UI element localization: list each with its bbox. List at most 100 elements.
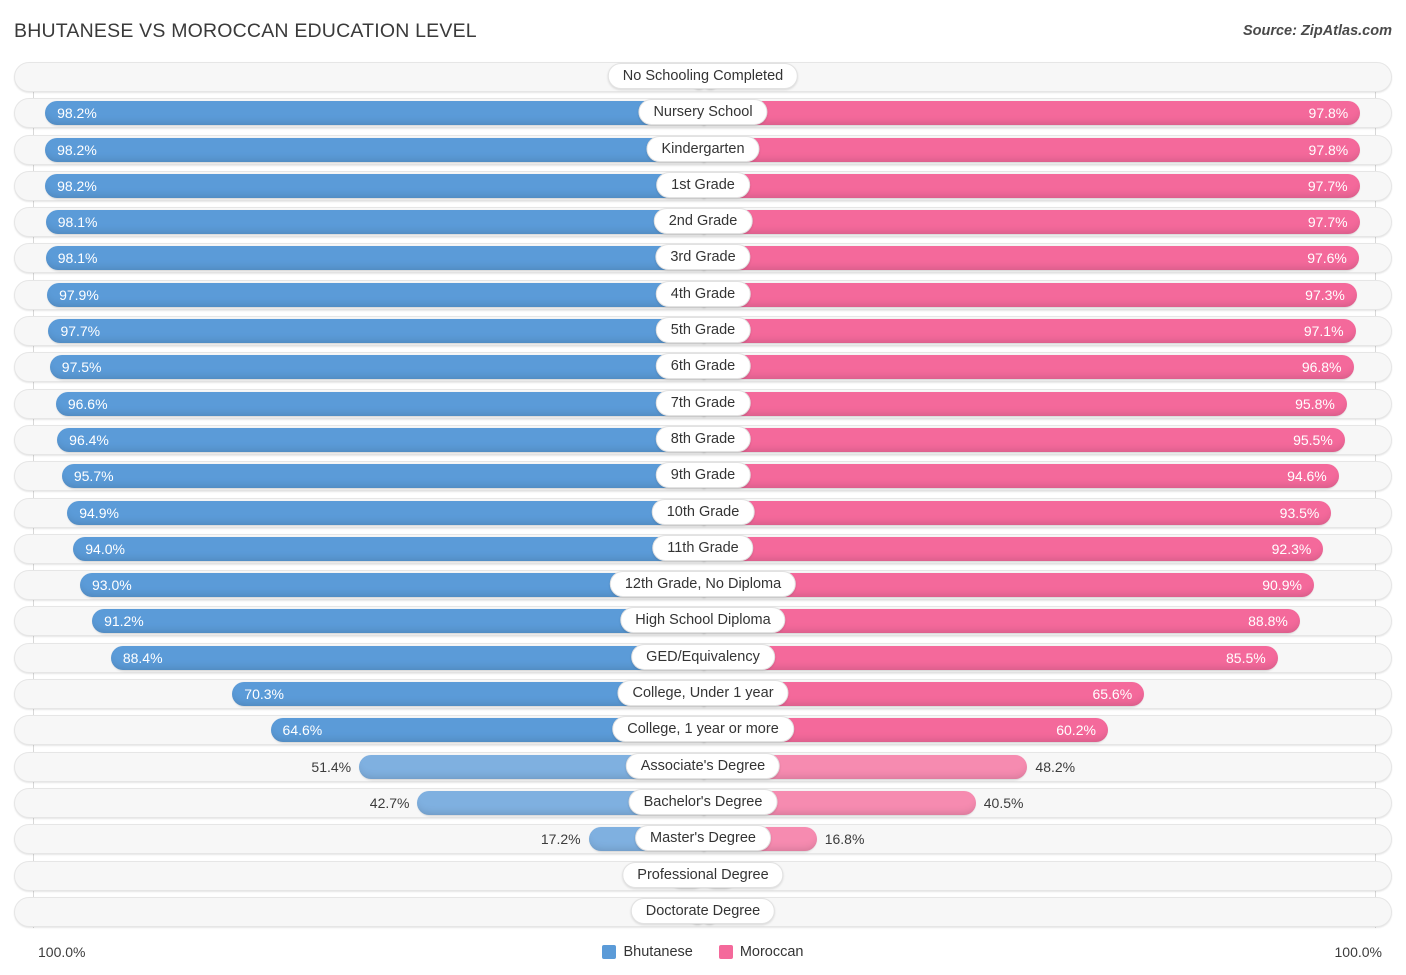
bar-row: 98.2% 97.8% Kindergarten xyxy=(0,134,1406,165)
category-label[interactable]: 2nd Grade xyxy=(653,208,753,235)
moroccan-half: 2.2% xyxy=(704,65,1375,89)
category-label[interactable]: 7th Grade xyxy=(655,389,751,416)
category-label[interactable]: College, Under 1 year xyxy=(617,680,789,707)
bhutanese-bar[interactable]: 97.7% xyxy=(48,319,704,344)
bhutanese-bar[interactable]: 94.0% xyxy=(73,536,704,561)
moroccan-bar[interactable]: 97.8% xyxy=(704,101,1361,126)
category-label[interactable]: 12th Grade, No Diploma xyxy=(609,571,797,598)
moroccan-half: 90.9% xyxy=(704,573,1375,598)
moroccan-value-label: 65.6% xyxy=(1092,686,1133,703)
moroccan-half: 97.1% xyxy=(704,319,1375,344)
bhutanese-bar[interactable]: 98.1% xyxy=(45,246,704,271)
bhutanese-half: 98.1% xyxy=(33,246,704,271)
moroccan-half: 65.6% xyxy=(704,682,1375,707)
bhutanese-bar[interactable]: 88.4% xyxy=(110,645,704,670)
bhutanese-half: 2.3% xyxy=(33,899,704,924)
bar-row: 93.0% 90.9% 12th Grade, No Diploma xyxy=(0,570,1406,601)
moroccan-bar[interactable]: 95.8% xyxy=(704,391,1347,416)
category-label[interactable]: High School Diploma xyxy=(620,607,786,634)
category-label[interactable]: 11th Grade xyxy=(652,534,754,561)
bhutanese-bar[interactable]: 98.2% xyxy=(45,101,704,126)
bhutanese-half: 70.3% xyxy=(33,682,704,707)
moroccan-value-label: 97.3% xyxy=(1305,286,1345,303)
moroccan-half: 16.8% xyxy=(704,827,1375,852)
moroccan-value-label: 90.9% xyxy=(1262,577,1302,594)
category-label[interactable]: 6th Grade xyxy=(655,353,751,380)
bhutanese-bar[interactable]: 98.1% xyxy=(45,210,704,235)
moroccan-bar[interactable]: 97.7% xyxy=(704,173,1360,198)
category-label[interactable]: Associate's Degree xyxy=(625,752,781,779)
moroccan-half: 48.2% xyxy=(704,754,1375,779)
moroccan-bar[interactable]: 96.8% xyxy=(704,355,1354,380)
moroccan-bar[interactable]: 97.3% xyxy=(704,282,1357,307)
moroccan-value-label: 97.1% xyxy=(1303,323,1344,340)
bhutanese-half: 96.6% xyxy=(33,391,704,416)
moroccan-bar[interactable]: 85.5% xyxy=(704,645,1278,670)
moroccan-half: 95.5% xyxy=(704,427,1375,452)
bhutanese-half: 98.2% xyxy=(33,101,704,126)
moroccan-bar[interactable]: 94.6% xyxy=(704,464,1339,489)
bar-row: 94.0% 92.3% 11th Grade xyxy=(0,533,1406,564)
moroccan-bar[interactable]: 97.7% xyxy=(704,210,1360,235)
category-label[interactable]: No Schooling Completed xyxy=(607,63,799,89)
bhutanese-value-label: 17.2% xyxy=(540,831,581,848)
category-label[interactable]: 9th Grade xyxy=(655,462,751,489)
bhutanese-bar[interactable]: 98.2% xyxy=(45,137,704,162)
bhutanese-bar[interactable]: 95.7% xyxy=(61,464,704,489)
moroccan-bar[interactable]: 97.8% xyxy=(704,137,1361,162)
legend-label: Bhutanese xyxy=(623,944,693,960)
bar-row: 91.2% 88.8% High School Diploma xyxy=(0,606,1406,637)
bhutanese-bar[interactable]: 96.6% xyxy=(55,391,704,416)
bhutanese-bar[interactable]: 97.9% xyxy=(47,282,704,307)
moroccan-bar[interactable]: 97.6% xyxy=(704,246,1359,271)
moroccan-value-label: 95.8% xyxy=(1295,395,1335,412)
bhutanese-bar[interactable]: 96.4% xyxy=(57,427,704,452)
moroccan-value-label: 97.6% xyxy=(1307,250,1347,267)
bhutanese-value-label: 98.2% xyxy=(57,177,97,194)
bhutanese-value-label: 94.9% xyxy=(79,504,119,521)
moroccan-bar[interactable]: 95.5% xyxy=(704,427,1345,452)
category-label[interactable]: 4th Grade xyxy=(655,280,751,307)
bar-row: 96.6% 95.8% 7th Grade xyxy=(0,388,1406,419)
moroccan-half: 93.5% xyxy=(704,500,1375,525)
bhutanese-half: 98.2% xyxy=(33,137,704,162)
bar-row: 94.9% 93.5% 10th Grade xyxy=(0,497,1406,528)
moroccan-bar[interactable]: 93.5% xyxy=(704,500,1332,525)
category-label[interactable]: College, 1 year or more xyxy=(612,716,794,743)
category-label[interactable]: Nursery School xyxy=(638,99,768,126)
category-label[interactable]: 5th Grade xyxy=(655,317,751,344)
bhutanese-half: 5.4% xyxy=(33,863,704,888)
bhutanese-bar[interactable]: 94.9% xyxy=(67,500,704,525)
moroccan-bar[interactable]: 92.3% xyxy=(704,536,1324,561)
bhutanese-value-label: 96.4% xyxy=(69,431,109,448)
bhutanese-half: 95.7% xyxy=(33,464,704,489)
moroccan-half: 97.8% xyxy=(704,137,1375,162)
bhutanese-half: 97.5% xyxy=(33,355,704,380)
category-label[interactable]: Professional Degree xyxy=(622,861,784,888)
moroccan-bar[interactable]: 88.8% xyxy=(704,609,1300,634)
legend-swatch-icon xyxy=(602,945,617,959)
page-title: BHUTANESE VS MOROCCAN EDUCATION LEVEL xyxy=(14,20,477,42)
moroccan-half: 97.7% xyxy=(704,210,1375,235)
category-label[interactable]: Kindergarten xyxy=(646,135,760,162)
bhutanese-bar[interactable]: 91.2% xyxy=(92,609,704,634)
category-label[interactable]: Bachelor's Degree xyxy=(628,788,778,815)
legend-item[interactable]: Moroccan xyxy=(718,944,804,960)
chart-footer: 100.0% 100.0% Bhutanese Moroccan xyxy=(0,934,1406,975)
moroccan-value-label: 97.7% xyxy=(1307,214,1348,231)
category-label[interactable]: 3rd Grade xyxy=(655,244,751,271)
legend-item[interactable]: Bhutanese xyxy=(602,944,693,960)
category-label[interactable]: GED/Equivalency xyxy=(631,643,775,670)
bhutanese-bar[interactable]: 97.5% xyxy=(49,355,704,380)
bhutanese-bar[interactable]: 98.2% xyxy=(45,173,704,198)
category-label[interactable]: 8th Grade xyxy=(655,425,751,452)
category-label[interactable]: 10th Grade xyxy=(651,498,755,525)
bhutanese-half: 98.1% xyxy=(33,210,704,235)
bar-row: 17.2% 16.8% Master's Degree xyxy=(0,824,1406,855)
bar-row: 98.1% 97.6% 3rd Grade xyxy=(0,243,1406,274)
category-label[interactable]: 1st Grade xyxy=(656,171,750,198)
category-label[interactable]: Doctorate Degree xyxy=(630,897,776,924)
bhutanese-half: 96.4% xyxy=(33,427,704,452)
moroccan-bar[interactable]: 97.1% xyxy=(704,319,1356,344)
category-label[interactable]: Master's Degree xyxy=(635,825,771,852)
